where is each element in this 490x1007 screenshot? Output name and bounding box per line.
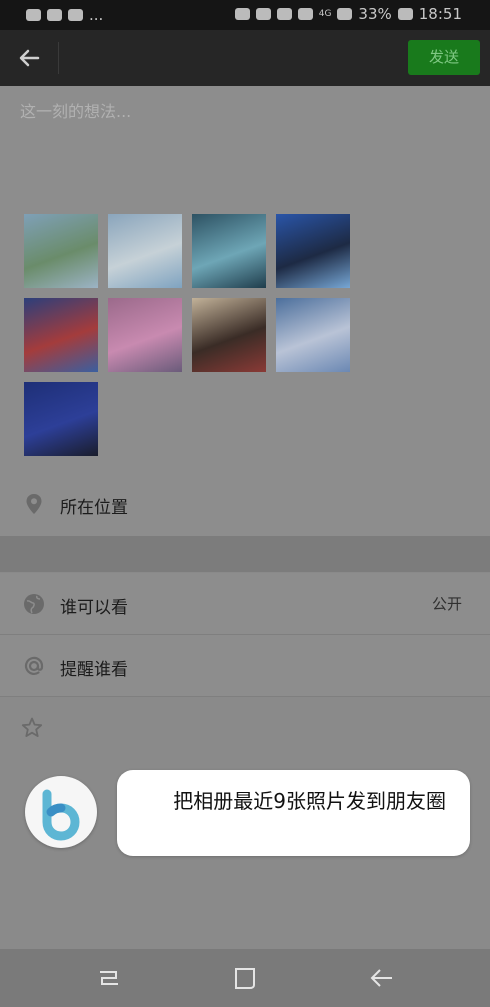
wechat-icon	[47, 9, 62, 21]
location-pin-icon	[26, 494, 42, 514]
bixby-icon	[42, 789, 80, 841]
notification-icons: ...	[26, 6, 103, 24]
signal-icon	[337, 8, 353, 20]
network-type: 4G	[318, 9, 332, 19]
photo-thumbnail[interactable]	[108, 214, 182, 288]
section-gap	[0, 536, 490, 572]
mute-icon	[255, 8, 271, 20]
send-button[interactable]: 发送	[408, 40, 480, 75]
at-icon	[24, 656, 44, 675]
photo-thumbnail[interactable]	[276, 298, 350, 372]
home-icon[interactable]	[230, 963, 260, 993]
navigation-bar	[0, 949, 490, 1007]
photo-thumbnail[interactable]	[24, 382, 98, 456]
wifi-icon	[297, 8, 313, 20]
photo-thumbnail[interactable]	[108, 298, 182, 372]
visibility-value: 公开	[431, 595, 462, 613]
location-label: 所在位置	[60, 498, 128, 518]
bixby-button[interactable]	[25, 776, 97, 848]
recent-apps-icon[interactable]	[94, 963, 124, 993]
more-notifications: ...	[89, 6, 104, 24]
top-bar: 发送	[0, 30, 490, 86]
image-icon	[68, 9, 83, 21]
clock: 18:51	[418, 5, 462, 23]
divider	[58, 42, 59, 74]
photo-thumbnail[interactable]	[24, 214, 98, 288]
post-text-input[interactable]: 这一刻的想法...	[20, 98, 131, 122]
mention-label: 提醒谁看	[60, 660, 128, 680]
photo-thumbnail[interactable]	[276, 214, 350, 288]
visibility-row[interactable]: 谁可以看 公开	[0, 573, 490, 635]
battery-icon	[397, 8, 413, 20]
compose-area: 这一刻的想法...	[0, 86, 490, 536]
alarm-icon	[276, 8, 292, 20]
photo-thumbnail[interactable]	[192, 214, 266, 288]
photo-thumbnail[interactable]	[24, 298, 98, 372]
back-arrow-icon[interactable]	[16, 44, 44, 72]
globe-icon	[24, 594, 44, 614]
visibility-label: 谁可以看	[60, 598, 128, 618]
status-bar: ... 4G 33% 18:51	[0, 0, 490, 30]
nfc-icon	[234, 8, 250, 20]
star-icon[interactable]	[20, 716, 44, 740]
assistant-message: 把相册最近9张照片发到朋友圈	[173, 789, 446, 813]
back-icon[interactable]	[366, 963, 396, 993]
mention-row[interactable]: 提醒谁看	[0, 635, 490, 697]
wechat-icon	[26, 9, 41, 21]
location-row[interactable]: 所在位置	[0, 473, 490, 535]
system-icons: 4G 33% 18:51	[234, 5, 462, 23]
assistant-message-bubble: 把相册最近9张照片发到朋友圈	[117, 770, 470, 856]
battery-percent: 33%	[358, 5, 392, 23]
photo-thumbnail[interactable]	[192, 298, 266, 372]
